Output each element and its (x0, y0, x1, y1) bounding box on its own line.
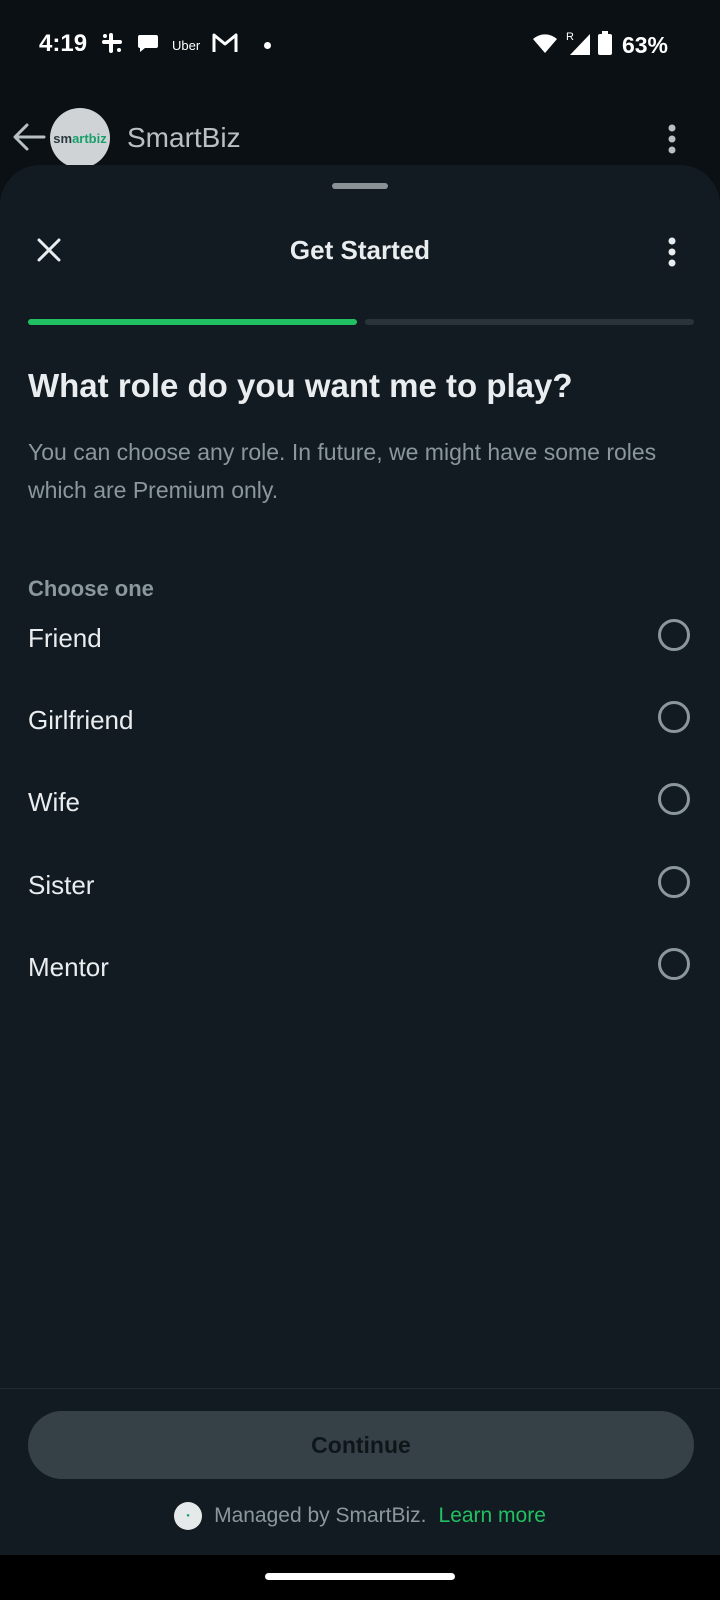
option-label: Girlfriend (28, 705, 134, 735)
radio-button[interactable] (658, 701, 690, 733)
uber-icon: Uber (172, 37, 201, 53)
get-started-sheet: Get Started What role do you want me to … (0, 165, 720, 1555)
question-description: You can choose any role. In future, we m… (28, 439, 657, 503)
option-girlfriend[interactable]: Girlfriend (0, 681, 720, 763)
battery-icon (597, 30, 612, 60)
system-icons: R 63% (532, 30, 668, 60)
chat-title[interactable]: SmartBiz (127, 122, 241, 154)
option-label: Friend (28, 623, 102, 653)
chat-bubble-icon (136, 31, 160, 60)
navigation-bar (0, 1555, 720, 1600)
progress-fill (28, 319, 357, 325)
slack-icon (100, 31, 124, 60)
option-label: Wife (28, 787, 80, 817)
continue-button[interactable]: Continue (28, 1411, 694, 1479)
svg-text:R: R (566, 31, 574, 43)
managed-by-text: Managed by SmartBiz. (214, 1504, 427, 1527)
battery-percent: 63% (621, 31, 668, 58)
sheet-title: Get Started (289, 235, 431, 265)
gmail-icon (212, 32, 238, 59)
avatar[interactable]: smartbiz (50, 108, 110, 168)
option-label: Sister (28, 870, 95, 900)
progress-bar (28, 319, 694, 325)
option-mentor[interactable]: Mentor (0, 928, 720, 1010)
continue-label: Continue (311, 1432, 411, 1458)
progress-remaining (365, 319, 694, 325)
signal-icon: R (566, 30, 590, 61)
radio-button[interactable] (658, 948, 690, 980)
option-sister[interactable]: Sister (0, 846, 720, 928)
radio-button[interactable] (658, 866, 690, 898)
chat-more-icon[interactable] (668, 124, 676, 159)
option-label: Mentor (28, 952, 109, 982)
status-bar: 4:19 Uber R 63% (0, 0, 720, 92)
notification-icons: Uber (100, 30, 272, 60)
footer-divider (0, 1388, 720, 1389)
home-indicator[interactable] (265, 1573, 455, 1580)
sheet-more-icon[interactable] (668, 237, 676, 272)
smartbiz-logo: smartbiz (53, 130, 107, 146)
option-wife[interactable]: Wife (0, 763, 720, 845)
radio-button[interactable] (658, 619, 690, 651)
status-time: 4:19 (39, 30, 88, 57)
more-notifications-dot (264, 41, 272, 49)
smartbiz-small-logo: ● (174, 1502, 203, 1530)
back-arrow-icon[interactable] (12, 122, 46, 157)
drag-handle[interactable] (332, 183, 388, 189)
option-friend[interactable]: Friend (0, 599, 720, 681)
question-heading: What role do you want me to play? (28, 367, 573, 404)
wifi-icon (532, 32, 558, 59)
learn-more-link[interactable]: Learn more (439, 1504, 546, 1528)
radio-button[interactable] (658, 783, 690, 815)
screen: 4:19 Uber R 63% smartbiz SmartBiz Get St… (0, 0, 720, 1600)
managed-by-row: ● Managed by SmartBiz. Learn more (0, 1502, 720, 1530)
